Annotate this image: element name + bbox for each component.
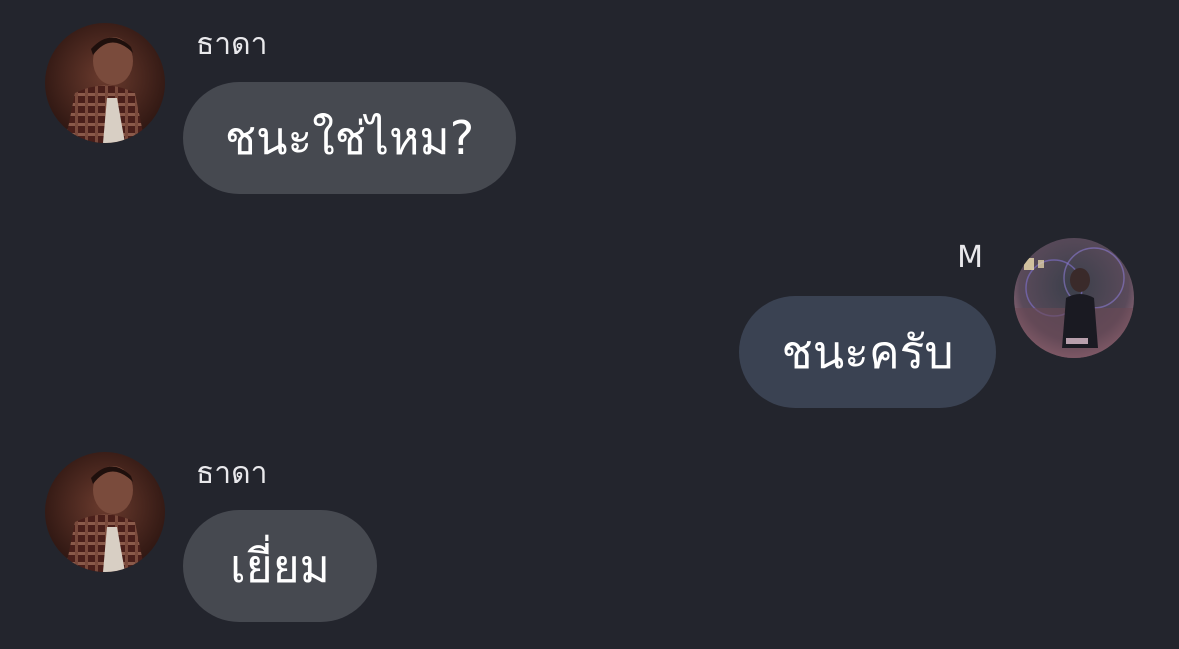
message-text: เยี่ยม	[230, 538, 330, 593]
avatar-photo-icon	[45, 23, 165, 143]
avatar-photo-icon	[1014, 238, 1134, 358]
message-text: ชนะใช่ไหม?	[224, 110, 475, 165]
message-bubble-incoming[interactable]: เยี่ยม	[183, 510, 377, 622]
sender-name: ธาดา	[196, 456, 268, 491]
avatar-photo-icon	[45, 452, 165, 572]
sender-avatar-thada[interactable]	[45, 452, 165, 572]
message-text: ชนะครับ	[781, 324, 954, 379]
sender-name: M	[957, 240, 983, 275]
sender-avatar-thada[interactable]	[45, 23, 165, 143]
message-bubble-incoming[interactable]: ชนะใช่ไหม?	[183, 82, 516, 194]
sender-avatar-m[interactable]	[1014, 238, 1134, 358]
message-bubble-outgoing[interactable]: ชนะครับ	[739, 296, 996, 408]
sender-name: ธาดา	[196, 27, 268, 62]
